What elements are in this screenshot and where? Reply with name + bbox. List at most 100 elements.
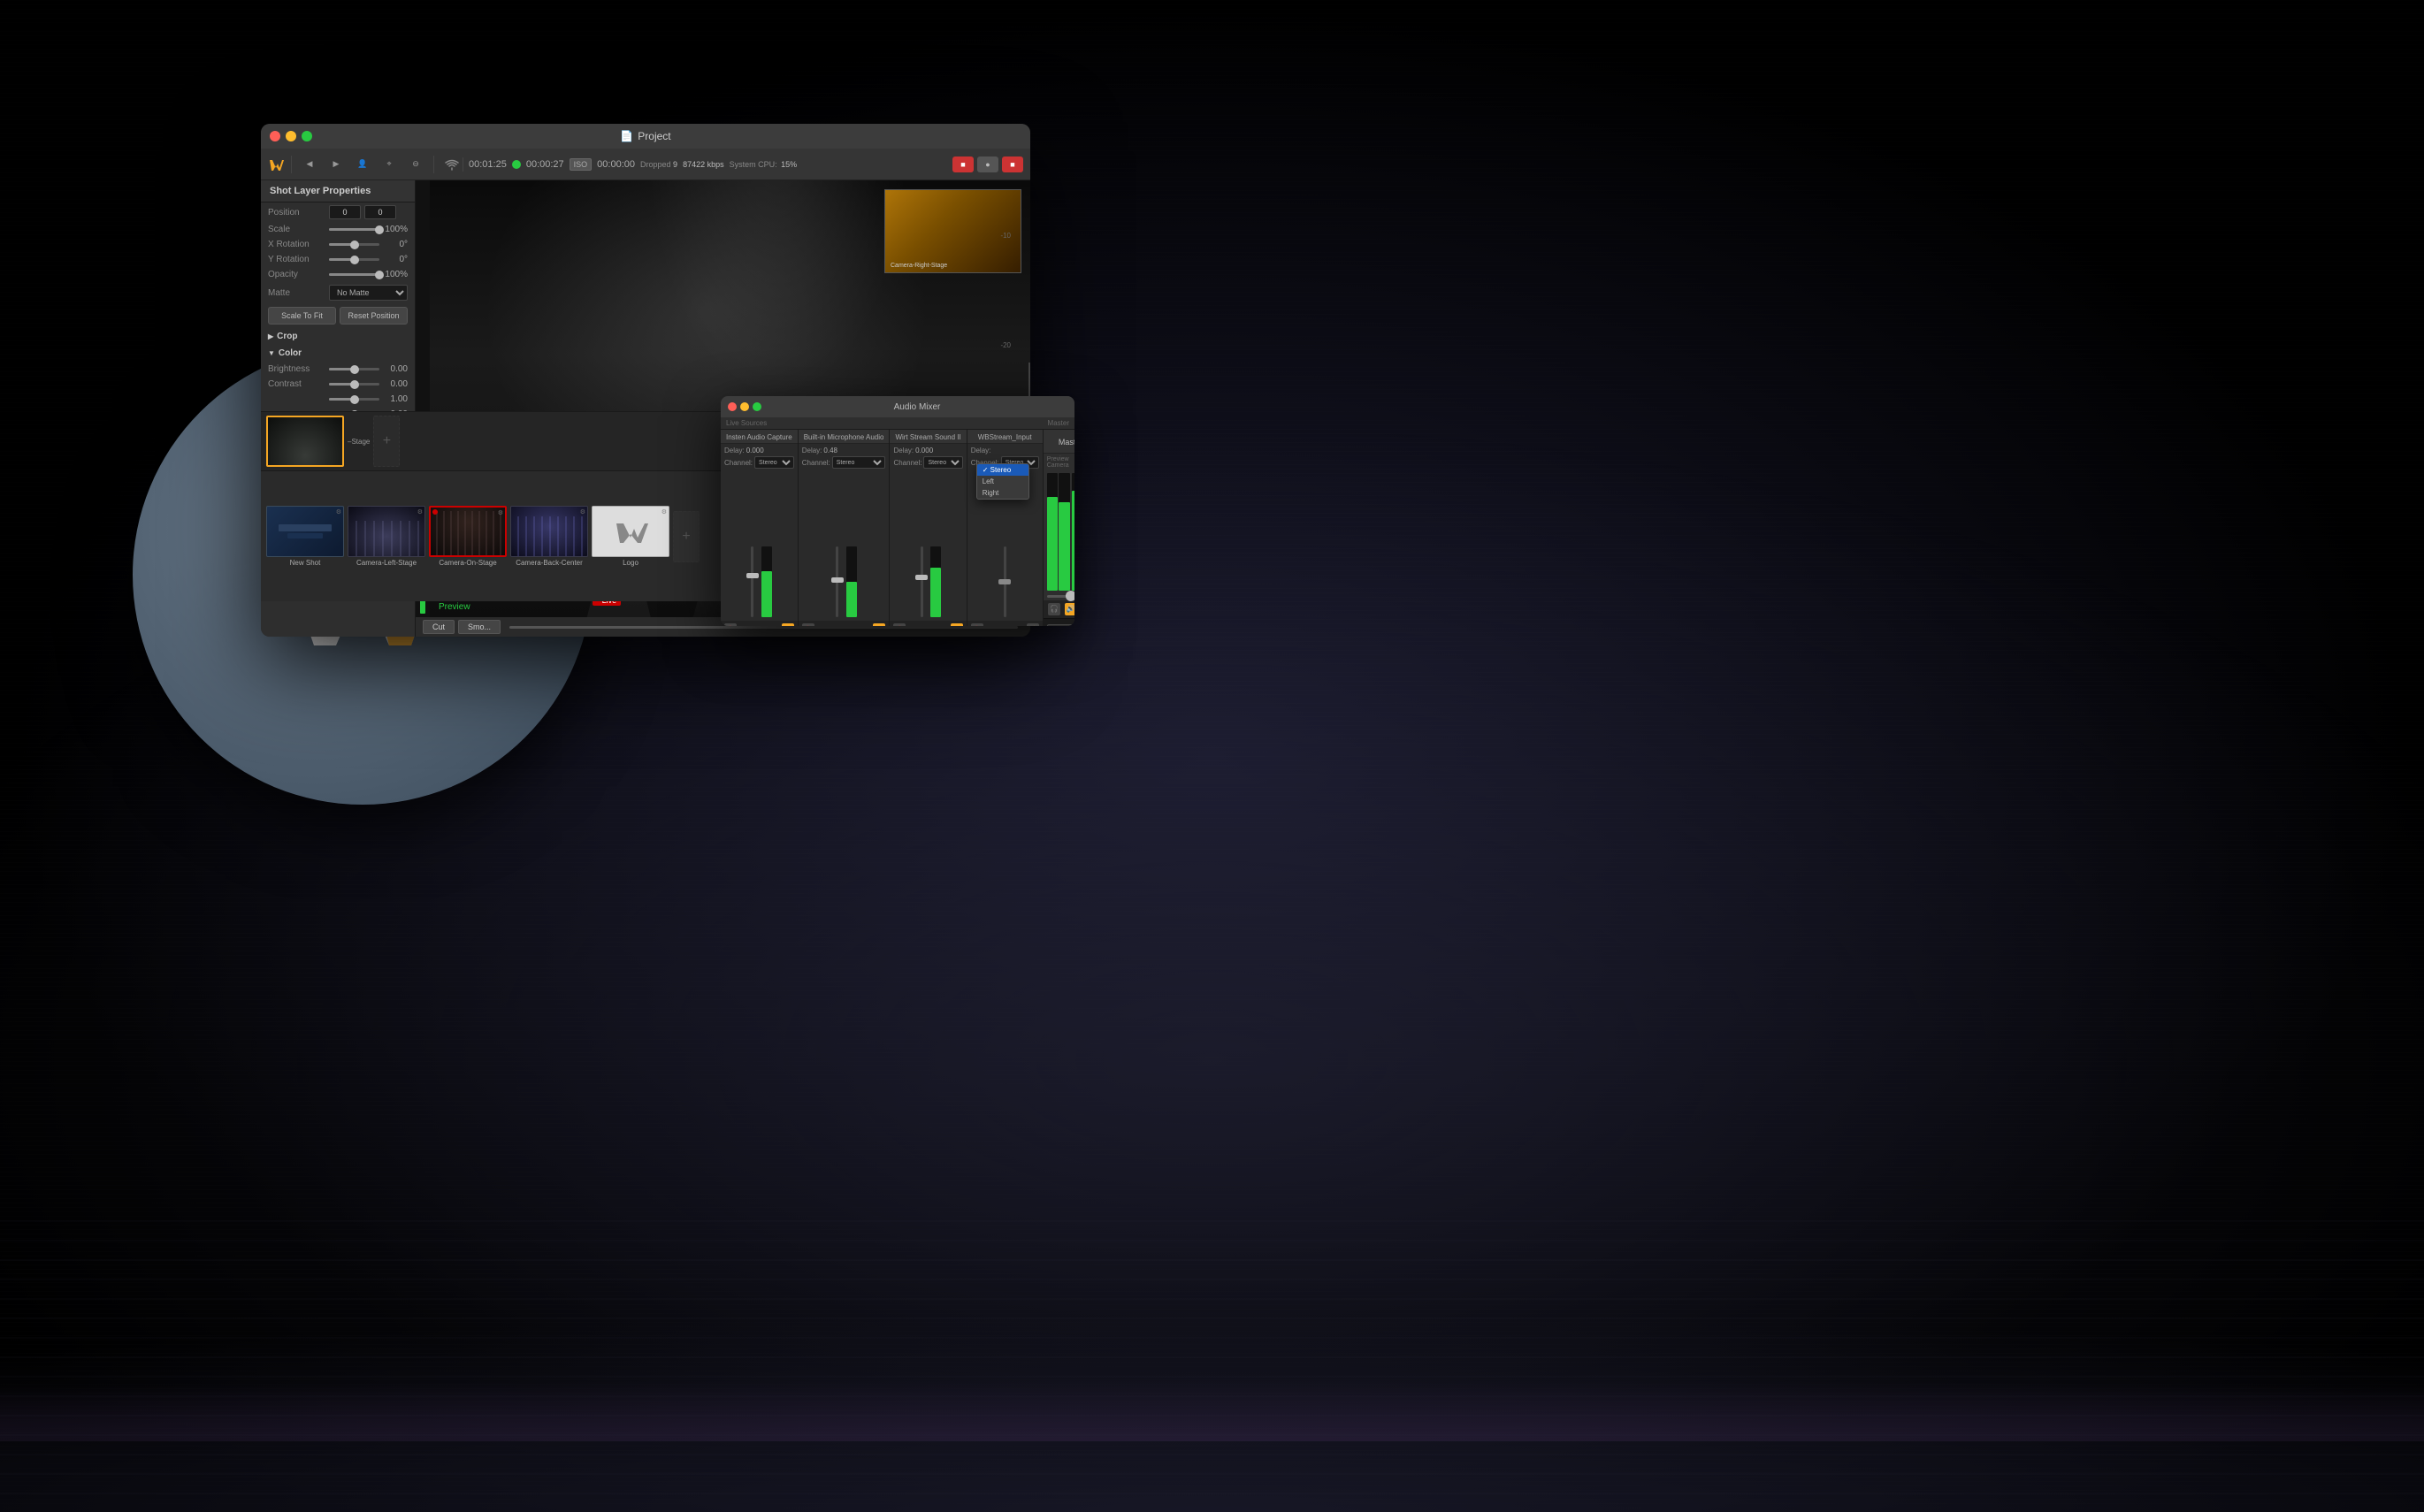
camera-left-stage-thumbnail[interactable]: ⚙ [348,506,425,557]
ch1-channel-row: Channel: Stereo [724,456,794,469]
ch2-fader[interactable] [831,546,844,617]
dropdown-stereo-option[interactable]: ✓ Stereo [977,464,1028,476]
ch1-fader[interactable] [746,546,759,617]
x-rotation-slider[interactable] [329,243,379,246]
ch2-channel-select[interactable]: Stereo [832,456,886,469]
crop-section-header[interactable]: ▶ Crop [261,328,415,345]
ch4-mute-icon[interactable]: 🔇 [971,623,983,626]
preview-camera-label: Preview Camera [1047,456,1069,469]
master-fader-row [1047,595,1074,598]
opacity-slider[interactable] [329,273,379,276]
ch3-fader[interactable] [915,546,928,617]
cut-button[interactable]: Cut [423,620,455,634]
stream-btn-red-2[interactable]: ■ [1002,157,1023,172]
contrast-slider[interactable] [329,383,379,386]
mixer-channels-area: Insten Audio Capture Delay: 0.000 Channe… [721,430,1074,626]
ch2-delay-value: 0.48 [823,447,837,454]
back-center-gear-icon: ⚙ [580,508,585,515]
panel-title: Shot Layer Properties [261,180,415,202]
minus-btn[interactable]: ⊖ [405,155,426,174]
channel-3-name: Wirt Stream Sound II [895,433,960,441]
x-rotation-row: X Rotation 0° [261,237,415,252]
ch3-channel-select[interactable]: Stereo [923,456,962,469]
nav-forward-btn[interactable]: ▶ [325,155,347,174]
logo-thumbnail[interactable]: ⚙ [592,506,669,557]
panel-action-buttons: Scale To Fit Reset Position [261,303,415,328]
y-rotation-row: Y Rotation 0° [261,252,415,267]
channel-4-footer: 🔇 ⚡ [967,621,1043,626]
minimize-button[interactable] [286,131,296,141]
brightness-slider[interactable] [329,368,379,370]
wifi-icon [445,157,459,172]
stream-time: 00:01:25 [469,159,507,170]
scale-row: Scale 100% [261,222,415,237]
audio-mixer-title-text: Audio Mixer [894,402,941,412]
channel-2-header: Built-in Microphone Audio [799,430,890,444]
live-output-meters [1072,473,1074,591]
mixer-minimize-btn[interactable] [740,402,749,411]
camera-on-stage-thumbnail[interactable]: ⚙ [429,506,507,557]
matte-select[interactable]: No Matte [329,285,408,301]
master-headphone-icon[interactable]: 🎧 [1048,603,1060,615]
dropdown-right-option[interactable]: Right [977,487,1028,499]
camera-back-center-item: ⚙ Camera-Back-Center [510,506,588,567]
ch2-mute-icon[interactable]: 🔇 [802,623,814,626]
brightness-row: Brightness 0.00 [261,362,415,377]
camera-back-center-thumbnail[interactable]: ⚙ [510,506,588,557]
position-y-input[interactable] [364,205,396,219]
channel-3-header: Wirt Stream Sound II [890,430,966,444]
ch1-fader-thumb[interactable] [746,573,759,578]
logo-label: Logo [592,559,669,567]
ch2-fader-thumb[interactable] [831,577,844,583]
channel-4-header: WBStream_Input [967,430,1043,444]
stream-btn-red-1[interactable]: ■ [952,157,974,172]
add-shot-btn-2[interactable]: + [373,416,400,467]
contrast-row: Contrast 0.00 [261,377,415,392]
ch1-channel-select[interactable]: Stereo [754,456,794,469]
fullscreen-button[interactable] [302,131,312,141]
bookmark-btn[interactable]: ⌖ [379,155,400,174]
ch4-inactive-icon[interactable]: ⚡ [1027,623,1039,626]
ch1-meter-fill [761,571,772,617]
matte-row: Matte No Matte [261,282,415,303]
nav-back-btn[interactable]: ◀ [299,155,320,174]
ch1-active-icon[interactable]: ⚡ [782,623,794,626]
ch1-mute-icon[interactable]: 🔇 [724,623,737,626]
reset-position-button[interactable]: Reset Position [340,307,408,325]
y-rotation-slider[interactable] [329,258,379,261]
stream-btn-gray[interactable]: ● [977,157,998,172]
mixer-fullscreen-btn[interactable] [753,402,761,411]
ch2-channel-row: Channel: Stereo [802,456,886,469]
channel-3-meter [890,471,966,621]
ch3-delay-row: Delay: 0.000 [893,447,962,454]
dropdown-left-option[interactable]: Left [977,476,1028,487]
scale-slider[interactable] [329,228,379,231]
ch3-mute-icon[interactable]: 🔇 [893,623,906,626]
scale-to-fit-button[interactable]: Scale To Fit [268,307,336,325]
share-btn[interactable]: 👤 [352,155,373,174]
channel-4-dropdown: ✓ Stereo Left Right [976,463,1029,500]
add-shot-btn-1[interactable]: + [673,511,700,562]
master-fader-track[interactable] [1047,595,1074,598]
ch4-delay-row: Delay: [971,447,1039,454]
new-shot-thumbnail[interactable]: ⚙ [266,506,344,557]
saturation-slider[interactable] [329,398,379,401]
color-section-header[interactable]: ▼ Color [261,345,415,362]
ch4-fader-thumb[interactable] [998,579,1011,584]
ch3-active-icon[interactable]: ⚡ [951,623,963,626]
channel-2-footer: 🔇 ⚡ [799,621,890,626]
master-fader-thumb[interactable] [1066,591,1074,601]
ch4-fader[interactable] [998,546,1011,617]
layer-2-selected-shot[interactable] [266,416,344,467]
ch3-delay-value: 0.000 [915,447,933,454]
master-meters-area [1044,471,1074,592]
new-shot-gear-icon: ⚙ [336,508,341,515]
ch3-fader-thumb[interactable] [915,575,928,580]
mixer-close-btn[interactable] [728,402,737,411]
close-button[interactable] [270,131,280,141]
position-x-input[interactable] [329,205,361,219]
ch2-active-icon[interactable]: ⚡ [873,623,885,626]
master-speaker-icon[interactable]: 🔊 [1065,603,1074,615]
smooth-button[interactable]: Smo... [458,620,501,634]
live-meter-L [1072,473,1074,591]
